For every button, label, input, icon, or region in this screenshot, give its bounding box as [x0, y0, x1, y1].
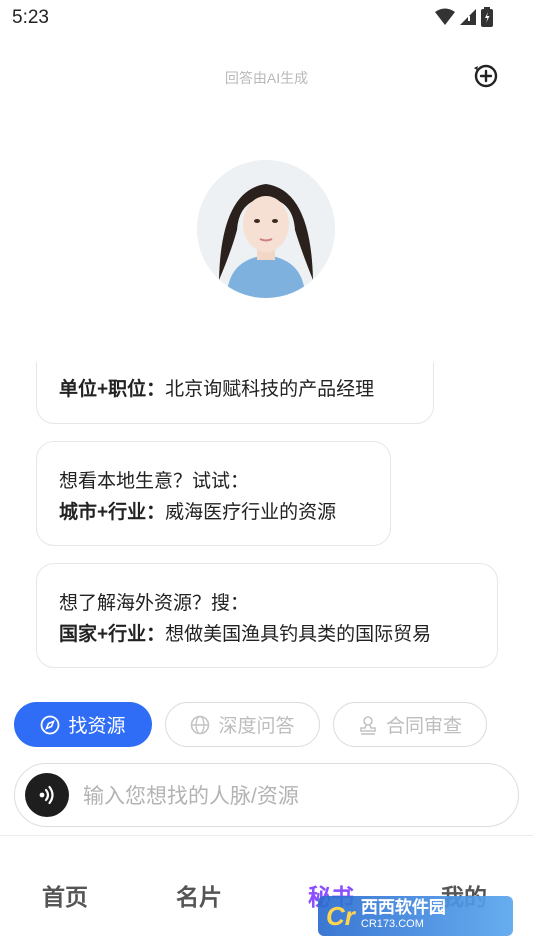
watermark-logo-icon: Cr	[326, 900, 355, 931]
chip-deep-qa[interactable]: 深度问答	[165, 702, 320, 747]
wifi-icon	[435, 8, 455, 25]
status-time: 5:23	[12, 7, 49, 28]
suggestion-card[interactable]: 想了解海外资源？搜： 国家+行业：想做美国渔具钓具类的国际贸易	[36, 563, 498, 668]
status-bar: 5:23	[0, 0, 533, 36]
scroll-fade	[0, 300, 533, 362]
ai-generated-note: 回答由AI生成	[224, 70, 309, 86]
suggestion-example: 北京询赋科技的产品经理	[165, 379, 375, 400]
globe-icon	[191, 715, 210, 734]
site-watermark: Cr 西西软件园 CR173.COM	[318, 896, 513, 936]
suggestion-example: 威海医疗行业的资源	[165, 502, 337, 523]
watermark-sub: CR173.COM	[360, 918, 424, 930]
chip-contract-review[interactable]: 合同审查	[333, 702, 487, 747]
suggestion-line2: 国家+行业：想做美国渔具钓具类的国际贸易	[59, 619, 475, 650]
suggestion-keyword: 国家+行业：	[59, 624, 166, 645]
chip-label: 找资源	[68, 716, 126, 737]
battery-icon	[481, 7, 493, 27]
suggestion-card[interactable]: 想看本地生意？试试： 城市+行业：威海医疗行业的资源	[36, 441, 391, 546]
chip-find-resources[interactable]: 找资源	[14, 702, 152, 747]
new-chat-button[interactable]	[471, 62, 499, 90]
signal-icon	[460, 9, 476, 25]
suggestion-line2: 城市+行业：威海医疗行业的资源	[59, 497, 368, 528]
tab-cards[interactable]: 名片	[176, 878, 222, 912]
chat-plus-icon	[474, 64, 498, 88]
suggestion-keyword: 城市+行业：	[59, 502, 166, 523]
suggestion-line2: 单位+职位：北京询赋科技的产品经理	[59, 374, 411, 405]
suggestion-prompt: 想看本地生意？试试：	[59, 471, 250, 492]
suggestion-example: 想做美国渔具钓具类的国际贸易	[165, 624, 432, 645]
compass-icon	[41, 715, 60, 734]
stamp-icon	[360, 715, 376, 735]
tab-home[interactable]: 首页	[42, 878, 88, 912]
assistant-avatar	[197, 160, 335, 298]
watermark-text: 西西软件园 CR173.COM	[360, 898, 446, 932]
message-input-bar[interactable]: 输入您想找的人脉/资源	[14, 763, 519, 827]
suggestion-keyword: 单位+职位：	[59, 379, 166, 400]
chip-label: 合同审查	[385, 716, 462, 737]
status-icons	[435, 7, 493, 27]
watermark-title: 西西软件园	[360, 898, 446, 917]
message-input[interactable]: 输入您想找的人脉/资源	[83, 780, 299, 810]
suggestion-prompt: 想了解海外资源？搜：	[59, 593, 250, 614]
voice-button[interactable]	[25, 773, 69, 817]
voice-icon	[39, 785, 54, 805]
chip-label: 深度问答	[218, 716, 295, 737]
